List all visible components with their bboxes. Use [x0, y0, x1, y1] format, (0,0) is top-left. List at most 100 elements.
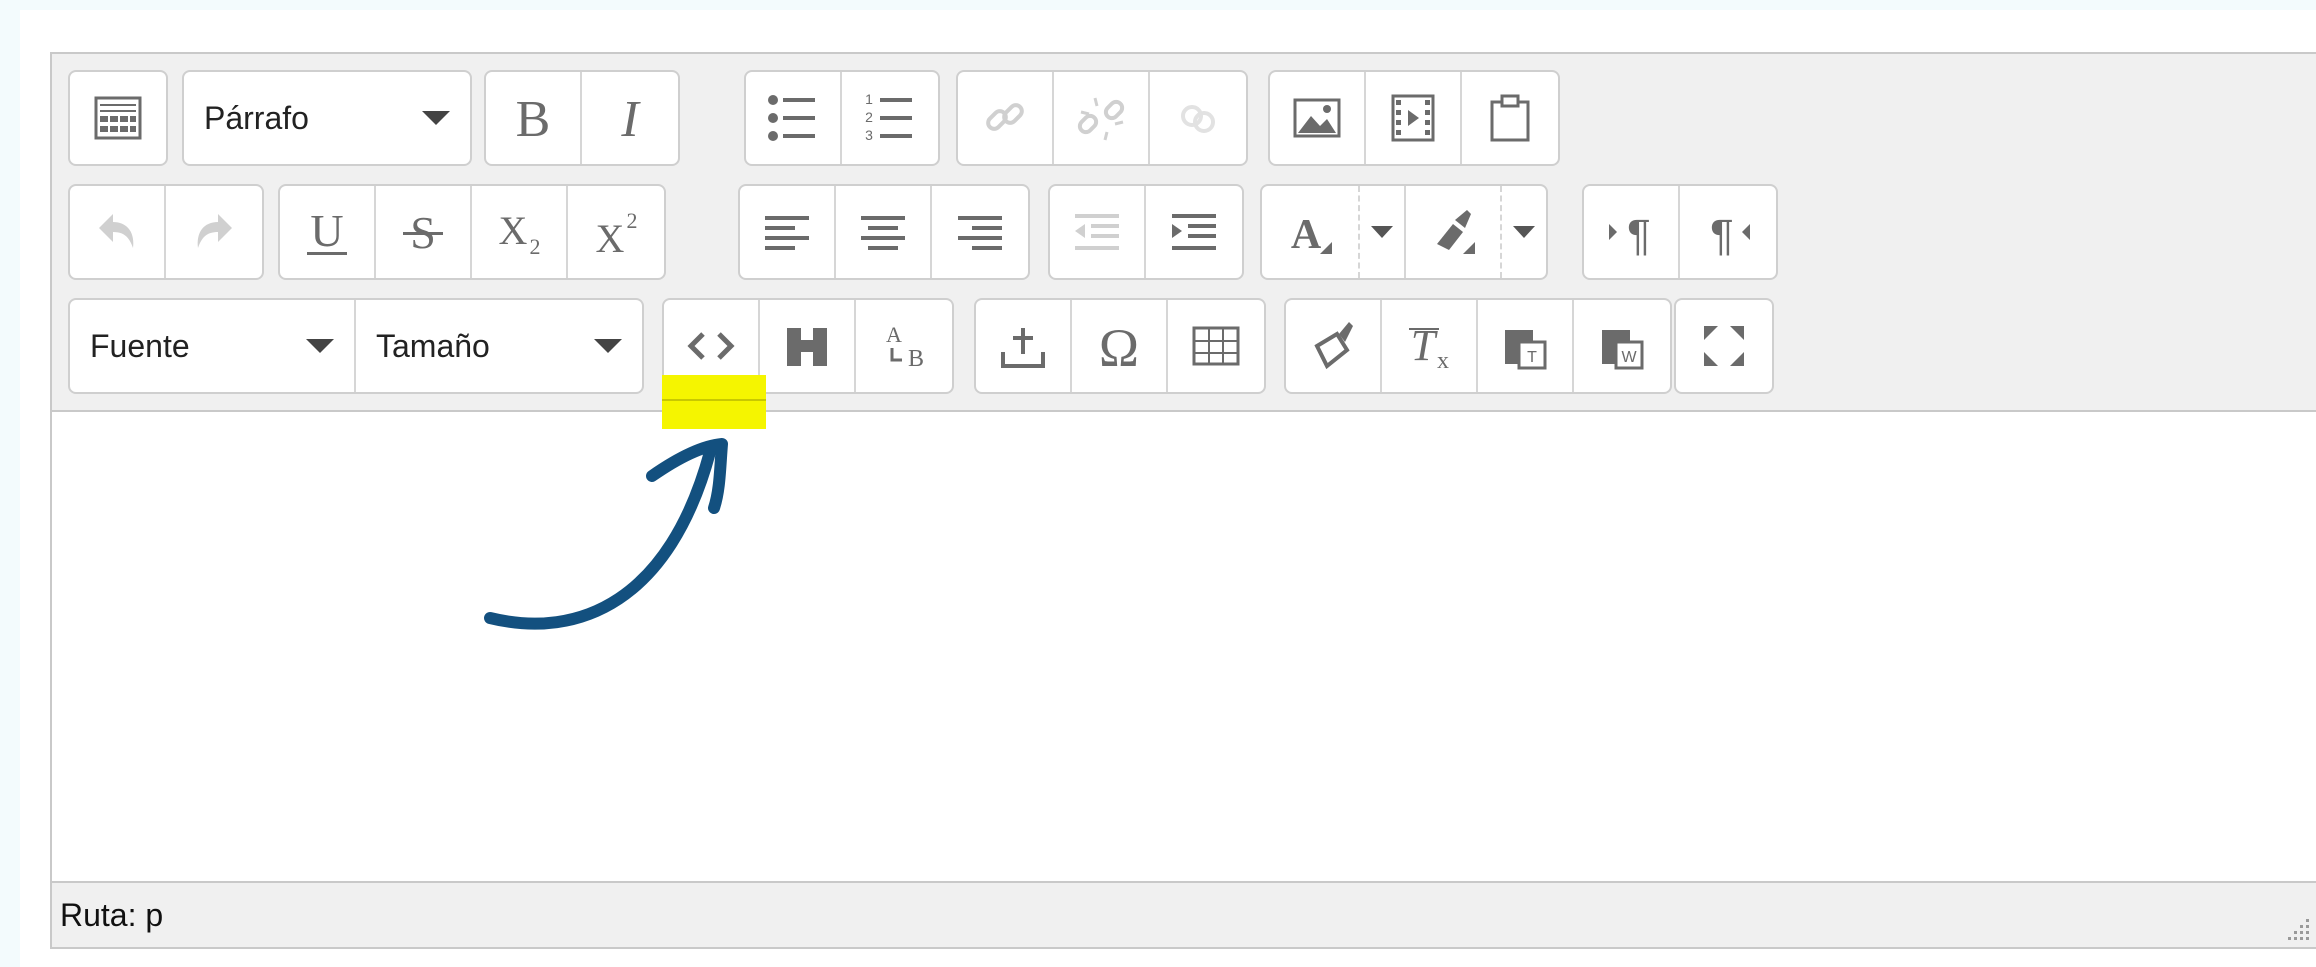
toolbar-group-font: Fuente Tamaño [68, 298, 644, 394]
underline-button[interactable]: U [280, 186, 376, 278]
find-icon [787, 328, 827, 366]
fullscreen-button[interactable] [1676, 300, 1772, 392]
italic-button[interactable]: I [582, 72, 678, 164]
format-select[interactable]: Párrafo [184, 72, 470, 164]
special-char-icon: Ω [1099, 318, 1139, 376]
align-left-icon [765, 216, 809, 250]
cleanup-icon [1314, 322, 1353, 370]
toolbar-group-clean: Tx T W [1284, 298, 1672, 394]
svg-text:1: 1 [865, 91, 873, 107]
redo-icon [197, 214, 232, 248]
underline-icon: U [307, 205, 347, 256]
text-editor: Párrafo B I 1 2 3 U S X 2 X 2 A ¶ ¶ Fuen… [50, 52, 2316, 949]
strikethrough-button[interactable]: S [376, 186, 472, 278]
outdent-button[interactable] [1050, 186, 1146, 278]
svg-text:U: U [310, 205, 343, 256]
svg-text:I: I [620, 91, 641, 148]
paste-icon [1490, 94, 1530, 142]
toolbar-group-toggle [68, 70, 168, 166]
upload-button[interactable] [976, 300, 1072, 392]
editor-toolbar: Párrafo B I 1 2 3 U S X 2 X 2 A ¶ ¶ Fuen… [52, 54, 2316, 412]
background-color-icon [1437, 210, 1475, 254]
indent-icon [1172, 214, 1216, 250]
numbered-list-icon: 1 2 3 [865, 91, 912, 143]
align-right-icon [958, 216, 1002, 250]
paste-button[interactable] [1462, 72, 1558, 164]
table-icon [1192, 326, 1240, 366]
source-code-icon [687, 332, 735, 360]
toolbar-group-links [956, 70, 1248, 166]
paste-text-button[interactable]: T [1478, 300, 1574, 392]
svg-text:W: W [1621, 349, 1637, 366]
toolbar-group-lists: 1 2 3 [744, 70, 940, 166]
undo-icon [99, 214, 134, 248]
image-button[interactable] [1270, 72, 1366, 164]
align-left-button[interactable] [740, 186, 836, 278]
svg-text:B: B [908, 346, 924, 372]
upload-icon [1001, 328, 1045, 368]
undo-button[interactable] [70, 186, 166, 278]
editor-content-area[interactable] [52, 412, 2316, 882]
rtl-button[interactable]: ¶ [1680, 186, 1776, 278]
special-char-button[interactable]: Ω [1072, 300, 1168, 392]
numbered-list-button[interactable]: 1 2 3 [842, 72, 938, 164]
font-select[interactable]: Fuente [70, 300, 356, 392]
anchor-icon [1181, 105, 1215, 133]
redo-button[interactable] [166, 186, 262, 278]
unlink-button[interactable] [1054, 72, 1150, 164]
text-color-dropdown[interactable] [1358, 186, 1404, 278]
background-color-dropdown[interactable] [1500, 186, 1546, 278]
svg-text:¶: ¶ [1627, 211, 1651, 260]
svg-text:A: A [1291, 212, 1322, 258]
indent-button[interactable] [1146, 186, 1242, 278]
superscript-button[interactable]: X2 [568, 186, 664, 278]
clear-format-button[interactable]: Tx [1382, 300, 1478, 392]
toolbar-group-indent [1048, 184, 1244, 280]
toolbar-group-text-style: U S X2 X2 [278, 184, 666, 280]
rtl-icon: ¶ [1710, 211, 1750, 260]
align-center-button[interactable] [836, 186, 932, 278]
format-select-value: Párrafo [204, 99, 309, 136]
svg-text:Ω: Ω [1099, 318, 1139, 376]
cleanup-button[interactable] [1286, 300, 1382, 392]
svg-text:A: A [886, 322, 902, 347]
find-button[interactable] [760, 300, 856, 392]
ltr-button[interactable]: ¶ [1584, 186, 1680, 278]
toolbar-group-style: B I [484, 70, 680, 166]
chevron-down-icon [1371, 226, 1393, 238]
resize-grip-icon[interactable] [2284, 913, 2312, 941]
bulleted-list-button[interactable] [746, 72, 842, 164]
show-more-icon [94, 96, 142, 140]
bulleted-list-icon [768, 95, 815, 141]
background-color-button[interactable] [1404, 186, 1500, 278]
toolbar-group-colors: A [1260, 184, 1548, 280]
subscript-button[interactable]: X2 [472, 186, 568, 278]
table-button[interactable] [1168, 300, 1264, 392]
toolbar-group-history [68, 184, 264, 280]
svg-text:2: 2 [627, 208, 638, 233]
toolbar-group-insert: Ω [974, 298, 1266, 394]
bold-icon: B [516, 91, 551, 148]
size-select-value: Tamaño [376, 327, 490, 364]
anchor-button[interactable] [1150, 72, 1246, 164]
replace-button[interactable]: AB [856, 300, 952, 392]
paste-word-button[interactable]: W [1574, 300, 1670, 392]
svg-text:B: B [516, 91, 551, 148]
text-color-icon: A [1291, 212, 1332, 258]
italic-icon: I [620, 91, 641, 148]
link-icon [986, 103, 1024, 131]
bold-button[interactable]: B [486, 72, 582, 164]
svg-text:2: 2 [865, 109, 873, 125]
text-color-button[interactable]: A [1262, 186, 1358, 278]
svg-text:3: 3 [865, 127, 873, 143]
chevron-down-icon [1513, 226, 1535, 238]
media-button[interactable] [1366, 72, 1462, 164]
toolbar-group-format: Párrafo [182, 70, 472, 166]
align-right-button[interactable] [932, 186, 1028, 278]
link-button[interactable] [958, 72, 1054, 164]
outdent-icon [1075, 214, 1119, 250]
size-select[interactable]: Tamaño [356, 300, 642, 392]
show-more-button[interactable] [70, 72, 166, 164]
pointer-arrow-icon [484, 438, 728, 630]
unlink-icon [1077, 97, 1125, 141]
